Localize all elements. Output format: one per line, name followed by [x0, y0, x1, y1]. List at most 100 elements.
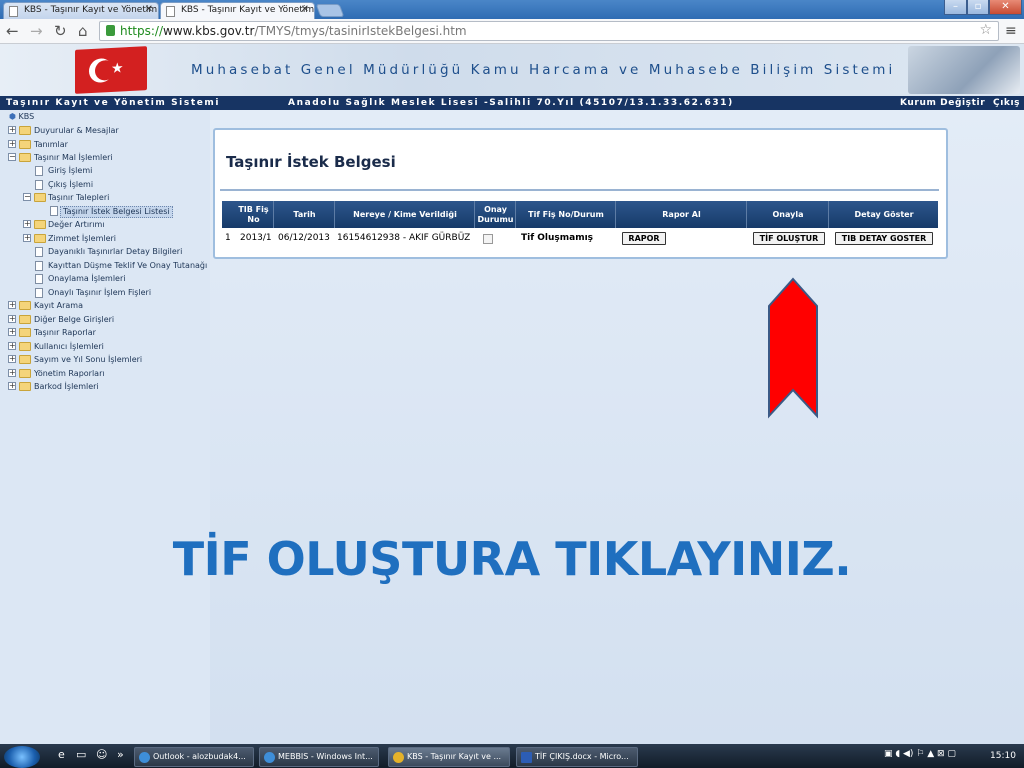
taskbar-item-active[interactable]: KBS - Taşınır Kayıt ve ... — [388, 747, 510, 767]
app-bar: Taşınır Kayıt ve Yönetim Sistemi Anadolu… — [0, 96, 1024, 110]
column-header: Tif Fiş No/Durum — [517, 201, 616, 228]
kbs-icon: ⬢ — [9, 112, 16, 121]
expand-icon[interactable]: + — [8, 301, 16, 309]
collapse-icon[interactable]: − — [23, 193, 31, 201]
users-icon[interactable]: ☺ — [96, 748, 107, 761]
expand-icon[interactable]: + — [8, 328, 16, 336]
expand-icon[interactable]: + — [8, 315, 16, 323]
tree-item[interactable]: Duyurular & Mesajlar — [34, 126, 119, 136]
taskbar-item[interactable]: Outlook - alozbudak4... — [134, 747, 254, 767]
url-text: https://www.kbs.gov.tr/TMYS/tmys/tasinir… — [120, 24, 467, 38]
close-icon[interactable]: ✕ — [301, 4, 309, 15]
tree-item[interactable]: Kayıt Arama — [34, 301, 83, 311]
document-icon — [50, 206, 58, 216]
rapor-button[interactable]: RAPOR — [622, 232, 666, 245]
tree-item[interactable]: Zimmet İşlemleri — [48, 234, 116, 244]
expand-icon[interactable]: + — [8, 369, 16, 377]
system-tray[interactable]: ▣ ◖ ◀) ⚐ ▲ ⊠ ▢ — [884, 749, 956, 759]
forward-icon[interactable]: → — [30, 22, 43, 40]
expand-icon[interactable]: + — [23, 220, 31, 228]
column-header: TIB Fiş No — [234, 201, 274, 228]
turkish-flag-logo: ★ — [75, 46, 147, 94]
tree-item[interactable]: Taşınır Raporlar — [34, 328, 96, 338]
column-header: Tarih — [275, 201, 335, 228]
reload-icon[interactable]: ↻ — [54, 22, 67, 40]
cell-tif-durum: Tif Oluşmamış — [521, 233, 594, 243]
tree-item[interactable]: Diğer Belge Girişleri — [34, 315, 114, 325]
column-header: Onay Durumu — [476, 201, 516, 228]
tree-item[interactable]: Taşınır Talepleri — [48, 193, 109, 203]
tree-item[interactable]: Barkod İşlemleri — [34, 382, 99, 392]
bookmark-star-icon[interactable]: ☆ — [979, 22, 992, 38]
tree-item[interactable]: Kayıttan Düşme Teklif Ve Onay Tutanağı — [48, 261, 207, 271]
tree-item[interactable]: Yönetim Raporları — [34, 369, 105, 379]
folder-icon — [19, 140, 31, 149]
tree-item[interactable]: Dayanıklı Taşınırlar Detay Bilgileri — [48, 247, 182, 257]
menu-icon[interactable]: ≡ — [1005, 23, 1017, 39]
minimize-button[interactable]: – — [944, 0, 967, 15]
outlook-icon — [139, 752, 150, 763]
change-org-link[interactable]: Kurum Değiştir — [900, 96, 985, 110]
tree-item[interactable]: Kullanıcı İşlemleri — [34, 342, 104, 352]
address-bar[interactable]: https://www.kbs.gov.tr/TMYS/tmys/tasinir… — [99, 21, 999, 41]
column-header: Rapor Al — [617, 201, 747, 228]
tif-olustur-button[interactable]: TİF OLUŞTUR — [753, 232, 825, 245]
tree-item[interactable]: Çıkış İşlemi — [48, 180, 93, 190]
tree-item[interactable]: Taşınır Mal İşlemleri — [34, 153, 113, 163]
window-close-button[interactable]: ✕ — [989, 0, 1022, 15]
banner-title: Muhasebat Genel Müdürlüğü Kamu Harcama v… — [191, 62, 896, 78]
ie-icon[interactable]: e — [58, 748, 65, 761]
expand-icon[interactable]: + — [8, 140, 16, 148]
back-icon[interactable]: ← — [6, 22, 19, 40]
expand-icon[interactable]: + — [8, 126, 16, 134]
chevron-right-icon[interactable]: » — [117, 748, 124, 761]
tree-item-selected[interactable]: Taşınır İstek Belgesi Listesi — [60, 206, 173, 218]
browser-tab[interactable]: KBS - Taşınır Kayıt ve Yönetim Sistemi ✕ — [3, 2, 159, 19]
desktop-icon[interactable]: ▭ — [76, 748, 86, 761]
folder-icon — [34, 234, 46, 243]
tree-item[interactable]: Değer Artırımı — [48, 220, 105, 230]
tree-item[interactable]: Onaylı Taşınır İşlem Fişleri — [48, 288, 151, 298]
navigation-bar: ← → ↻ ⌂ https://www.kbs.gov.tr/TMYS/tmys… — [0, 19, 1024, 44]
taskbar-item[interactable]: TİF ÇIKIŞ.docx - Micro... — [516, 747, 638, 767]
document-icon — [35, 288, 43, 298]
document-icon — [35, 180, 43, 190]
start-button[interactable] — [4, 746, 40, 768]
column-header: Onayla — [748, 201, 829, 228]
maximize-button[interactable]: ▫ — [967, 0, 989, 15]
folder-open-icon — [19, 153, 31, 162]
document-icon — [35, 261, 43, 271]
expand-icon[interactable]: + — [8, 382, 16, 390]
instruction-text: TİF OLUŞTURA TIKLAYINIZ. — [172, 532, 852, 586]
new-tab-button[interactable] — [315, 4, 345, 17]
folder-icon — [19, 126, 31, 135]
logout-link[interactable]: Çıkış — [993, 96, 1020, 110]
red-arrow-up-icon — [768, 277, 818, 419]
approval-checkbox[interactable] — [483, 234, 493, 244]
folder-icon — [19, 382, 31, 391]
tree-root[interactable]: ⬢ KBS — [9, 112, 34, 122]
expand-icon[interactable]: + — [8, 342, 16, 350]
folder-icon — [34, 220, 46, 229]
column-header: Nereye / Kime Verildiği — [336, 201, 475, 228]
tree-item[interactable]: Sayım ve Yıl Sonu İşlemleri — [34, 355, 142, 365]
tib-detay-goster-button[interactable]: TIB DETAY GOSTER — [835, 232, 933, 245]
tab-title: KBS - Taşınır Kayıt ve Yönetim Sistemi — [24, 5, 158, 15]
tree-item[interactable]: Tanımlar — [34, 140, 68, 150]
collapse-icon[interactable]: − — [8, 153, 16, 161]
expand-icon[interactable]: + — [23, 234, 31, 242]
tree-item[interactable]: Giriş İşlemi — [48, 166, 92, 176]
clock: 15:10 — [990, 751, 1016, 761]
home-icon[interactable]: ⌂ — [78, 22, 88, 40]
column-header: Detay Göster — [854, 209, 914, 219]
browser-tab-active[interactable]: KBS - Taşınır Kayıt ve Yönetim Sistemi ✕ — [160, 2, 315, 19]
expand-icon[interactable]: + — [8, 355, 16, 363]
cell-fis-no: 2013/1 — [240, 233, 272, 243]
folder-icon — [19, 355, 31, 364]
chrome-icon — [393, 752, 404, 763]
taskbar-item[interactable]: MEBBIS - Windows Int... — [259, 747, 379, 767]
close-icon[interactable]: ✕ — [145, 4, 153, 15]
folder-icon — [19, 342, 31, 351]
tree-item[interactable]: Onaylama İşlemleri — [48, 274, 126, 284]
folder-icon — [19, 315, 31, 324]
